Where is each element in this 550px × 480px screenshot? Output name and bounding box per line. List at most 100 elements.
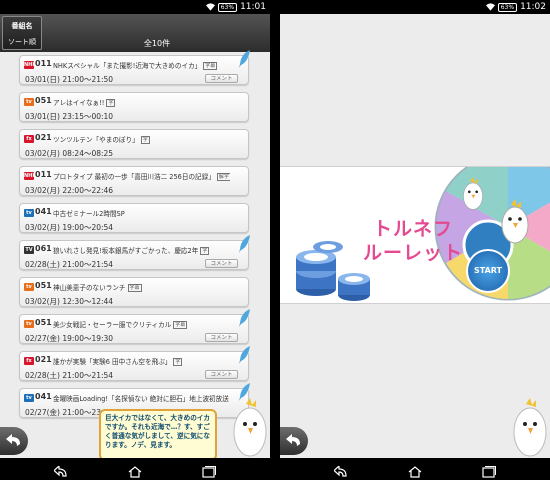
program-title: プロトタイプ 最初の一歩「喜田川浩二 256日の記録」 解字 — [53, 171, 230, 181]
program-list-item[interactable]: TV 061 狼いれさし発見!坂本銀馬がすごかった、慶応2年字 02/28(土) 21… — [19, 235, 250, 270]
back-arrow-icon — [286, 434, 300, 446]
channel-logo-icon: NHK — [24, 61, 37, 69]
channel-logo-icon: fx — [24, 135, 34, 143]
feather-pen-icon[interactable] — [238, 309, 252, 327]
roulette-banner[interactable]: START トルネフ ルーレット — [280, 166, 550, 304]
channel-logo-icon: tv — [24, 209, 34, 217]
roulette-start-button[interactable]: START — [466, 249, 510, 293]
caption-tag: 字 — [173, 358, 183, 366]
app-content: START トルネフ ルーレット — [280, 14, 550, 458]
caption-tag: 字 — [140, 136, 150, 144]
right-screen: 63% 11:02 START トルネフ ルーレット — [280, 0, 550, 480]
comment-button[interactable]: コメント — [205, 259, 238, 268]
channel-number: 011 — [35, 170, 52, 179]
caption-tag: 字 — [200, 247, 210, 255]
program-list-item[interactable]: fx 021 誰かが実験「実験6 田中さん空を飛ぶ」字 02/28(土) 21:00～… — [19, 346, 250, 381]
sort-label-primary: 番組名 — [11, 22, 33, 30]
air-date: 03/02(月) 12:30～12:44 — [25, 297, 114, 306]
program-title-text: ツンツルテン「やまのぼり」 — [53, 136, 139, 144]
nav-home-icon[interactable] — [128, 463, 142, 480]
system-navigation-bar — [280, 458, 550, 480]
speech-bubble: 巨大イカではなくて、大きめのイカですか。それも近海で…？す、すごく普通な気がしま… — [99, 409, 217, 461]
status-bar: 63% 11:02 — [280, 0, 550, 14]
channel-logo-icon: tv — [24, 394, 34, 402]
program-title-text: 中古ゼミナール2時間SP — [53, 210, 125, 218]
coin-stack-icon — [296, 241, 370, 301]
roulette-title-line1: トルネフ — [373, 218, 454, 240]
comment-button[interactable]: コメント — [205, 333, 238, 342]
caption-tag: 字幕 — [173, 321, 188, 329]
program-title-text: アレはイイなぁ!! — [53, 99, 105, 107]
caption-tag: 字幕 — [127, 284, 142, 292]
nav-back-icon[interactable] — [53, 463, 68, 480]
air-date: 02/28(土) 21:00～21:54 — [25, 371, 114, 380]
program-title-text: 神山美恵子のないランチ — [53, 284, 126, 292]
bird-mascot[interactable] — [506, 398, 548, 458]
roulette-title-line2: ルーレット — [363, 242, 464, 264]
bird-mascot[interactable] — [226, 398, 268, 458]
program-title: アレはイイなぁ!! 字 — [53, 97, 230, 107]
air-date: 03/02(月) 08:24～08:25 — [25, 149, 114, 158]
channel-number: 051 — [35, 318, 52, 327]
channel-number: 021 — [35, 355, 52, 364]
comment-button[interactable]: コメント — [205, 370, 238, 379]
back-arrow-icon — [6, 434, 20, 446]
channel-number: 011 — [35, 59, 52, 68]
channel-logo-icon: tv — [24, 283, 34, 291]
channel-number: 051 — [35, 281, 52, 290]
sort-button[interactable]: 番組名 ソート順 — [2, 16, 42, 50]
channel-number: 061 — [35, 244, 52, 253]
battery-indicator: 63% — [217, 2, 238, 12]
nav-recent-apps-icon[interactable] — [482, 463, 496, 480]
program-list-item[interactable]: tv 051 美少女戦記・セーラー服でクリティカル 字幕 02/27(金) 19:00～… — [19, 309, 250, 344]
program-title-text: 金曜映画Loading!「名探偵ない 絶対に胆石」地上波初放送 — [53, 395, 229, 403]
program-list-item[interactable]: NHK 011 プロトタイプ 最初の一歩「喜田川浩二 256日の記録」 解字 03/02… — [19, 166, 249, 196]
system-navigation-bar — [0, 458, 270, 480]
nav-back-icon[interactable] — [333, 463, 348, 480]
battery-indicator: 63% — [497, 2, 518, 12]
program-title: 神山美恵子のないランチ 字幕 — [53, 282, 230, 292]
clock: 11:01 — [240, 2, 266, 12]
air-date: 03/02(月) 19:00～20:54 — [25, 223, 114, 232]
air-date: 02/27(金) 21:00～23… — [25, 408, 109, 417]
program-list-item[interactable]: tv 041 中古ゼミナール2時間SP 03/02(月) 19:00～20:54 — [19, 203, 249, 233]
header-bar: 番組名 ソート順 全10件 — [0, 14, 270, 52]
feather-pen-icon[interactable] — [238, 346, 252, 364]
program-title: 誰かが実験「実験6 田中さん空を飛ぶ」字 — [53, 356, 230, 366]
left-screen: 63% 11:01 番組名 ソート順 全10件 NHK 011 NHKスペシャル「ま… — [0, 0, 270, 480]
nav-recent-apps-icon[interactable] — [202, 463, 216, 480]
program-title-text: 美少女戦記・セーラー服でクリティカル — [53, 321, 172, 329]
channel-number: 051 — [35, 96, 52, 105]
channel-logo-icon: fx — [24, 357, 34, 365]
channel-number: 041 — [35, 207, 52, 216]
program-title-text: 狼いれさし発見!坂本銀馬がすごかった、慶応2年 — [53, 247, 199, 255]
air-date: 03/02(月) 22:00～22:46 — [25, 186, 114, 195]
app-content: 番組名 ソート順 全10件 NHK 011 NHKスペシャル「また撮影!近海で大きめ… — [0, 14, 270, 461]
feather-pen-icon[interactable] — [238, 50, 252, 68]
nav-home-icon[interactable] — [408, 463, 422, 480]
program-list-item[interactable]: tv 051 神山美恵子のないランチ 字幕 03/02(月) 12:30～12:44 — [19, 277, 249, 307]
feather-pen-icon[interactable] — [238, 235, 252, 253]
program-title: 美少女戦記・セーラー服でクリティカル 字幕 — [53, 319, 230, 329]
caption-tag: 字幕 — [203, 62, 218, 70]
caption-tag: 字 — [106, 99, 116, 107]
status-bar: 63% 11:01 — [0, 0, 270, 14]
back-button[interactable] — [280, 427, 308, 455]
back-button[interactable] — [0, 427, 28, 455]
air-date: 03/01(日) 21:00～21:50 — [25, 75, 114, 84]
program-title: 中古ゼミナール2時間SP — [53, 208, 230, 218]
result-count: 全10件 — [143, 39, 171, 48]
program-title-text: プロトタイプ 最初の一歩「喜田川浩二 256日の記録」 — [53, 173, 215, 181]
program-list-item[interactable]: NHK 011 NHKスペシャル「また撮影!近海で大きめのイカ」 字幕 03/01(日)… — [19, 50, 250, 85]
air-date: 02/28(土) 21:00～21:54 — [25, 260, 114, 269]
sort-label-secondary: ソート順 — [8, 38, 36, 46]
program-title: NHKスペシャル「また撮影!近海で大きめのイカ」 字幕 — [53, 60, 230, 70]
air-date: 02/27(金) 19:00～19:30 — [25, 334, 114, 343]
program-list-item[interactable]: fx 021 ツンツルテン「やまのぼり」字 03/02(月) 08:24～08:25 — [19, 129, 249, 159]
program-list-item[interactable]: tv 051 アレはイイなぁ!! 字 03/01(日) 23:15～00:10 — [19, 92, 249, 122]
program-title: 狼いれさし発見!坂本銀馬がすごかった、慶応2年字 — [53, 245, 230, 255]
roulette-title: トルネフ ルーレット — [363, 217, 463, 265]
channel-number: 021 — [35, 133, 52, 142]
wifi-icon — [485, 3, 495, 11]
comment-button[interactable]: コメント — [205, 74, 238, 83]
